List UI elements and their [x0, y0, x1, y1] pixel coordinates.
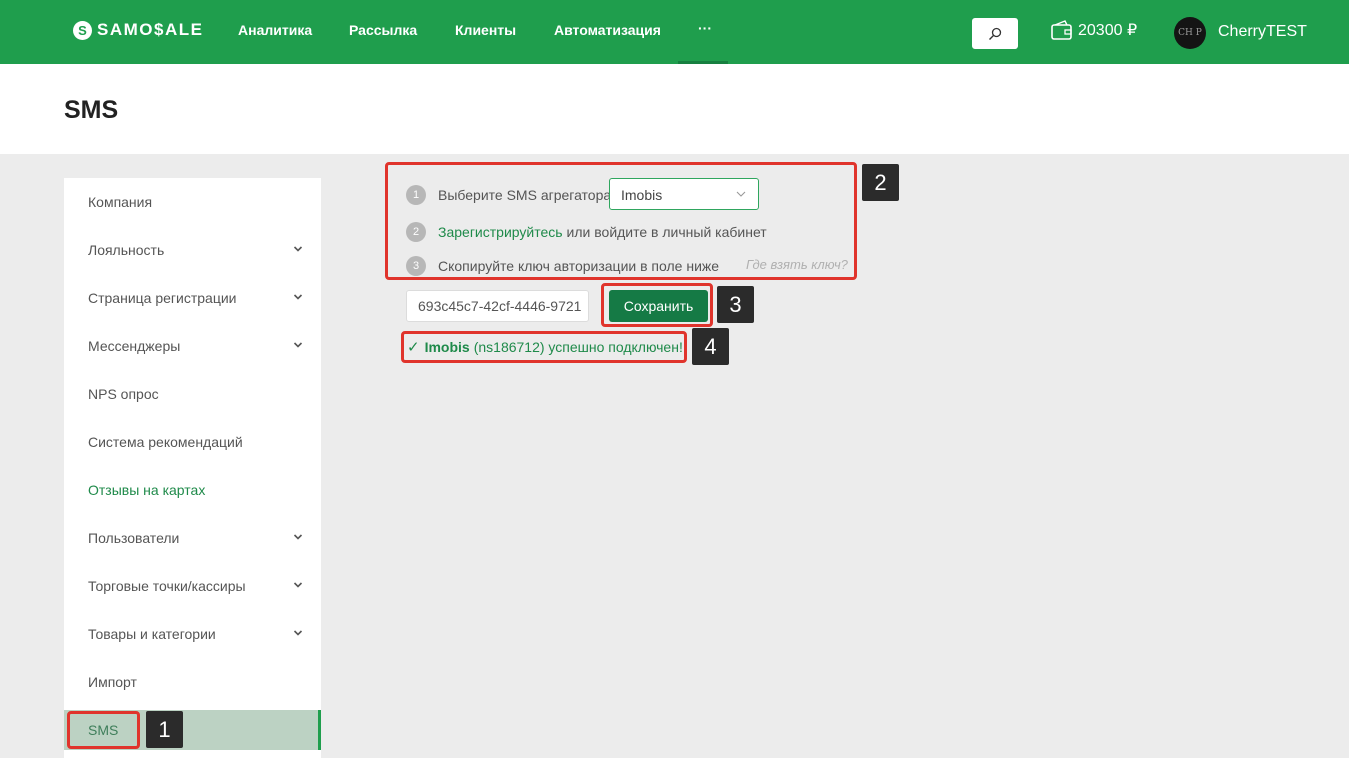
sidebar-item-stores[interactable]: Торговые точки/кассиры	[64, 566, 321, 606]
annotation-badge-4: 4	[692, 328, 729, 365]
auth-key-input[interactable]: 693c45c7-42cf-4446-9721	[406, 290, 589, 322]
sidebar-item-label: Мессенджеры	[88, 338, 181, 354]
nav-analytics[interactable]: Аналитика	[238, 22, 312, 38]
annotation-badge-1: 1	[146, 711, 183, 748]
nav-more[interactable]: ···	[698, 20, 712, 36]
search-icon	[989, 27, 1002, 40]
sidebar-item-nps[interactable]: NPS опрос	[64, 374, 321, 414]
chevron-down-icon	[293, 534, 303, 540]
page-header: SMS	[0, 64, 1349, 154]
sidebar-item-users[interactable]: Пользователи	[64, 518, 321, 558]
balance[interactable]: 20300 ₽	[1051, 20, 1137, 40]
settings-sidebar: Компания Лояльность Страница регистрации…	[64, 178, 321, 758]
sidebar-item-messengers[interactable]: Мессенджеры	[64, 326, 321, 366]
nav-clients[interactable]: Клиенты	[455, 22, 516, 38]
logo[interactable]: S SAMO$ALE	[73, 20, 203, 40]
logo-text: SAMO$ALE	[97, 20, 204, 39]
sidebar-item-label: Товары и категории	[88, 626, 216, 642]
sidebar-item-label: Страница регистрации	[88, 290, 237, 306]
sidebar-item-recommendations[interactable]: Система рекомендаций	[64, 422, 321, 462]
nav-mailing[interactable]: Рассылка	[349, 22, 417, 38]
top-navbar: S SAMO$ALE Аналитика Рассылка Клиенты Ав…	[0, 0, 1349, 64]
sidebar-item-label: Система рекомендаций	[88, 434, 243, 450]
sidebar-item-label: Импорт	[88, 674, 137, 690]
wallet-icon	[1051, 20, 1072, 40]
avatar[interactable]: CH P	[1174, 17, 1206, 49]
sidebar-item-label: Компания	[88, 194, 153, 210]
annotation-box-2	[385, 162, 857, 280]
nav-automation[interactable]: Автоматизация	[554, 22, 661, 38]
sidebar-item-loyalty[interactable]: Лояльность	[64, 230, 321, 270]
sidebar-item-label: Торговые точки/кассиры	[88, 578, 246, 594]
chevron-down-icon	[293, 342, 303, 348]
chevron-down-icon	[293, 294, 303, 300]
sidebar-item-label: Отзывы на картах	[88, 482, 206, 498]
search-button[interactable]	[972, 18, 1018, 49]
sidebar-item-company[interactable]: Компания	[64, 182, 321, 222]
sidebar-item-products[interactable]: Товары и категории	[64, 614, 321, 654]
chevron-down-icon	[293, 246, 303, 252]
sidebar-item-registration-page[interactable]: Страница регистрации	[64, 278, 321, 318]
annotation-box-4	[401, 331, 687, 363]
sidebar-item-label: NPS опрос	[88, 386, 159, 402]
sidebar-item-label: Лояльность	[88, 242, 165, 258]
chevron-down-icon	[293, 630, 303, 636]
annotation-badge-2: 2	[862, 164, 899, 201]
sidebar-item-label: Пользователи	[88, 530, 180, 546]
logo-mark-icon: S	[73, 20, 92, 40]
annotation-box-3	[601, 283, 713, 327]
chevron-down-icon	[293, 582, 303, 588]
annotation-badge-3: 3	[717, 286, 754, 323]
sidebar-item-map-reviews[interactable]: Отзывы на картах	[64, 470, 321, 510]
page-title: SMS	[64, 96, 119, 124]
username[interactable]: CherryTEST	[1218, 23, 1307, 41]
annotation-box-1	[67, 711, 140, 749]
sidebar-item-import[interactable]: Импорт	[64, 662, 321, 702]
balance-amount: 20300 ₽	[1078, 22, 1138, 39]
